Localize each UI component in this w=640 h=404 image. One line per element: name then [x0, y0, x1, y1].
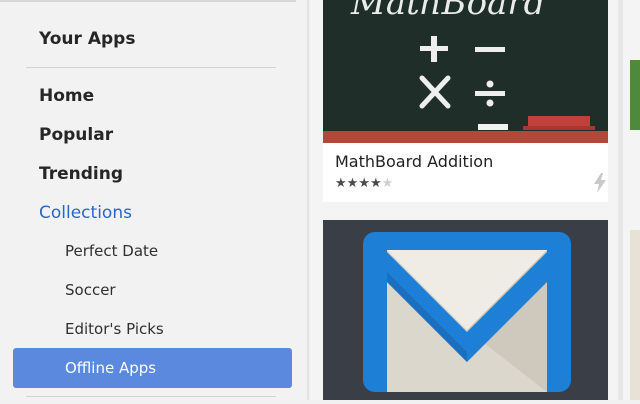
star-icon: ★	[346, 176, 359, 191]
app-card-gmail-offline[interactable]	[323, 220, 608, 400]
sidebar-divider-line	[26, 67, 276, 68]
collection-soccer[interactable]: Soccer	[65, 281, 116, 299]
nav-trending[interactable]: Trending	[39, 164, 123, 184]
mathboard-thumbnail: MathBoard	[323, 0, 608, 143]
nav-popular[interactable]: Popular	[39, 125, 113, 145]
app-card-mathboard[interactable]: MathBoard MathBoard Addition ★★★★★	[323, 0, 608, 202]
nav-home[interactable]: Home	[39, 86, 94, 106]
nav-your-apps[interactable]: Your Apps	[39, 29, 135, 49]
star-icon: ★	[358, 176, 370, 191]
collection-editors-picks[interactable]: Editor's Picks	[65, 320, 164, 338]
lightning-bolt-icon	[593, 173, 607, 197]
chalk-text: MathBoard	[350, 0, 545, 23]
sidebar: Your Apps Home Popular Trending Collecti…	[0, 0, 309, 400]
sidebar-edge	[307, 0, 309, 400]
collection-perfect-date[interactable]: Perfect Date	[65, 242, 158, 260]
nav-collections[interactable]: Collections	[39, 203, 132, 223]
rating-stars: ★★★★★	[335, 176, 393, 191]
app-title[interactable]: MathBoard Addition	[335, 152, 493, 171]
star-icon: ★	[369, 176, 382, 191]
star-empty-icon: ★	[381, 176, 394, 191]
sidebar-top-divider	[0, 0, 296, 2]
grid-column-separator	[618, 0, 623, 400]
next-card-peek	[630, 60, 640, 130]
collection-offline-apps[interactable]: Offline Apps	[65, 359, 156, 377]
gmail-offline-envelope-icon	[323, 220, 608, 400]
next-card-peek	[630, 230, 640, 400]
star-icon: ★	[335, 176, 347, 191]
sidebar-bottom-divider	[26, 396, 276, 397]
